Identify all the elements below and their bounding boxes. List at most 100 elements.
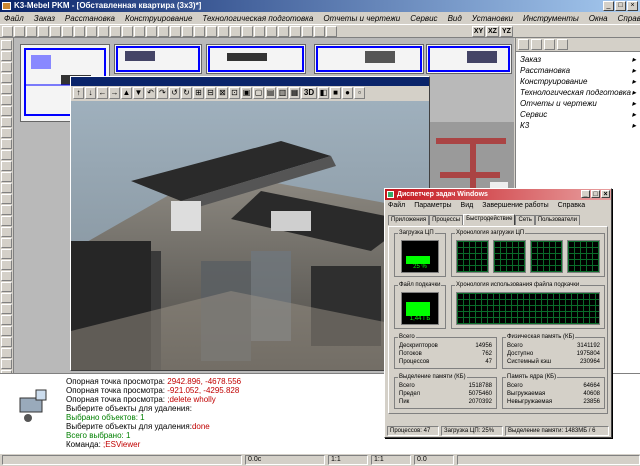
viewer-tool-button[interactable]: ▫ (354, 87, 365, 99)
menu-file[interactable]: Файл (4, 14, 24, 23)
viewer-tool-button[interactable]: ⊠ (217, 87, 228, 99)
tab-network[interactable]: Сеть (515, 215, 535, 225)
menu-reports[interactable]: Отчеты и чертежи (323, 14, 400, 23)
help-icon[interactable] (1, 359, 12, 369)
axis-xy-button[interactable]: XY (472, 26, 485, 37)
panel-tool-3-icon[interactable] (544, 39, 555, 50)
refresh-icon[interactable] (230, 25, 241, 37)
menu-service[interactable]: Сервис (410, 14, 437, 23)
right-panel-item[interactable]: Сервис ▸ (516, 109, 640, 120)
view-icon[interactable] (242, 25, 253, 37)
viewer-tool-button[interactable]: ▢ (253, 87, 264, 99)
zoom-icon[interactable] (1, 326, 12, 336)
zoom-out-icon[interactable] (194, 25, 205, 37)
viewer-tool-button[interactable]: ● (342, 87, 353, 99)
mirror-icon[interactable] (1, 161, 12, 171)
viewer-tool-button[interactable]: ⊟ (205, 87, 216, 99)
viewer-tool-button[interactable]: ⊞ (193, 87, 204, 99)
redo-icon[interactable] (134, 25, 145, 37)
status-cell-3[interactable]: 1:1 (328, 455, 368, 465)
tm-menu-help[interactable]: Справка (558, 202, 585, 209)
viewer-tool-button[interactable]: ◧ (318, 87, 329, 99)
tm-maximize-button[interactable]: □ (591, 190, 600, 198)
viewer-tool-button[interactable]: ↶ (145, 87, 156, 99)
cut-icon[interactable] (86, 25, 97, 37)
viewer-tool-button[interactable]: ↷ (157, 87, 168, 99)
polyline-icon[interactable] (1, 95, 12, 105)
line-icon[interactable] (1, 51, 12, 61)
chamfer-icon[interactable] (1, 227, 12, 237)
viewer-tool-button[interactable]: ↓ (85, 87, 96, 99)
layer-icon[interactable] (290, 25, 301, 37)
status-cell-5[interactable]: 0.0 (414, 455, 454, 465)
zoom-window-icon[interactable] (206, 25, 217, 37)
rotate-icon[interactable] (1, 150, 12, 160)
pointer-icon[interactable] (2, 25, 13, 37)
axis-yz-button[interactable]: YZ (500, 26, 513, 37)
copy-icon[interactable] (98, 25, 109, 37)
right-panel-item[interactable]: К3 ▸ (516, 120, 640, 131)
snap-icon[interactable] (1, 315, 12, 325)
menu-design[interactable]: Конструирование (125, 14, 192, 23)
viewer-tool-button[interactable]: ← (97, 87, 108, 99)
trim-icon[interactable] (1, 183, 12, 193)
viewer-tool-button[interactable]: ■ (330, 87, 341, 99)
viewer-tool-button[interactable]: ▣ (241, 87, 252, 99)
viewer-tool-button[interactable]: ▥ (277, 87, 288, 99)
insert-icon[interactable] (1, 282, 12, 292)
viewer-tool-button[interactable]: ▼ (133, 87, 144, 99)
pan-icon[interactable] (218, 25, 229, 37)
measure-icon[interactable] (326, 25, 337, 37)
tm-minimize-button[interactable]: _ (581, 190, 590, 198)
viewer-tool-button[interactable]: ▤ (265, 87, 276, 99)
color-icon[interactable] (302, 25, 313, 37)
tm-menu-view[interactable]: Вид (461, 202, 474, 209)
undo-icon[interactable] (122, 25, 133, 37)
status-cell-4[interactable]: 1:1 (371, 455, 411, 465)
dimension-icon[interactable] (1, 117, 12, 127)
circle-icon[interactable] (1, 73, 12, 83)
tab-performance[interactable]: Быстродействие (463, 214, 516, 225)
menu-placement[interactable]: Расстановка (65, 14, 115, 23)
tab-users[interactable]: Пользователи (534, 215, 581, 225)
menu-settings[interactable]: Установки (472, 14, 513, 23)
menu-order[interactable]: Заказ (34, 14, 55, 23)
rect-icon[interactable] (1, 84, 12, 94)
viewer-tool-button[interactable]: ↺ (169, 87, 180, 99)
right-panel-item[interactable]: Отчеты и чертежи ▸ (516, 98, 640, 109)
block-icon[interactable] (1, 271, 12, 281)
hatch-icon[interactable] (1, 128, 12, 138)
panel-tool-4-icon[interactable] (557, 39, 568, 50)
tab-applications[interactable]: Приложения (388, 215, 430, 225)
erase-icon[interactable] (1, 260, 12, 270)
minus-icon[interactable] (170, 25, 181, 37)
tm-menu-file[interactable]: Файл (388, 202, 405, 209)
menu-help[interactable]: Справка (618, 14, 640, 23)
viewer-tool-button[interactable]: 3D (301, 87, 317, 99)
right-panel-item[interactable]: Заказ ▸ (516, 54, 640, 65)
paste-icon[interactable] (110, 25, 121, 37)
ortho-icon[interactable] (266, 25, 277, 37)
x-icon[interactable] (146, 25, 157, 37)
viewer-tool-button[interactable]: ↻ (181, 87, 192, 99)
maximize-button[interactable]: □ (615, 1, 626, 11)
arc-icon[interactable] (1, 62, 12, 72)
regen-icon[interactable] (1, 348, 12, 358)
panel-tool-2-icon[interactable] (531, 39, 542, 50)
new-icon[interactable] (38, 25, 49, 37)
open-icon[interactable] (50, 25, 61, 37)
close-button[interactable]: × (627, 1, 638, 11)
tm-menu-shutdown[interactable]: Завершение работы (482, 202, 548, 209)
scale-icon[interactable] (1, 172, 12, 182)
plan-view-4[interactable] (314, 44, 424, 74)
plan-view-2[interactable] (114, 44, 202, 74)
measure-icon[interactable] (1, 304, 12, 314)
plan-view-5[interactable] (426, 44, 512, 74)
right-panel-item[interactable]: Расстановка ▸ (516, 65, 640, 76)
tab-processes[interactable]: Процессы (429, 215, 464, 225)
fillet-icon[interactable] (1, 216, 12, 226)
viewer-tool-button[interactable]: ↑ (73, 87, 84, 99)
select-icon[interactable] (1, 40, 12, 50)
zoom-in-icon[interactable] (182, 25, 193, 37)
menu-view[interactable]: Вид (448, 14, 462, 23)
